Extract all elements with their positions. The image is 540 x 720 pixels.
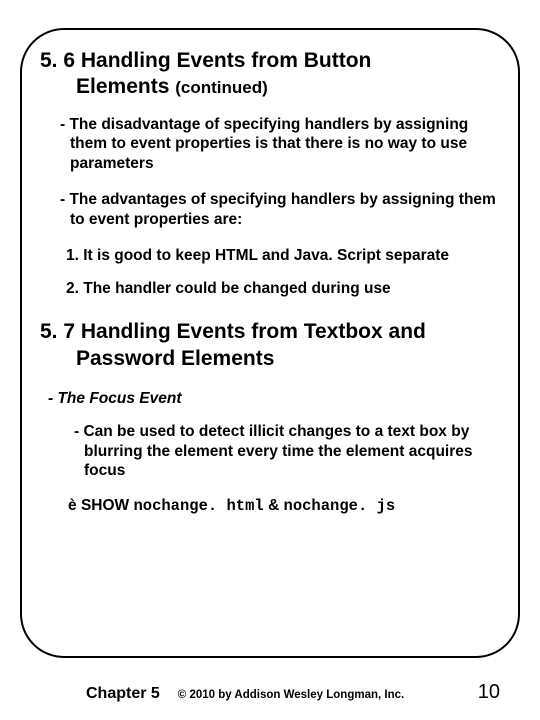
- footer-copyright: © 2010 by Addison Wesley Longman, Inc.: [178, 689, 454, 701]
- code-file-1: nochange. html: [133, 497, 263, 515]
- title-5-6-line1: 5. 6 Handling Events from Button: [40, 49, 371, 72]
- advantage-2: 2. The handler could be changed during u…: [66, 279, 500, 299]
- continued-label: (continued): [175, 78, 268, 97]
- bullet-disadvantage: - The disadvantage of specifying handler…: [48, 115, 500, 174]
- title-5-7-line1: 5. 7 Handling Events from Textbox and: [40, 320, 426, 343]
- focus-event-desc: - Can be used to detect illicit changes …: [62, 422, 500, 481]
- slide-footer: Chapter 5 © 2010 by Addison Wesley Longm…: [0, 681, 540, 704]
- arrow-icon: è: [68, 497, 77, 514]
- show-label: SHOW: [81, 497, 129, 514]
- code-file-2: nochange. js: [284, 497, 396, 515]
- slide-frame: 5. 6 Handling Events from Button Element…: [20, 28, 520, 658]
- footer-page-number: 10: [478, 681, 500, 704]
- focus-event-label: - The Focus Event: [48, 390, 500, 408]
- section-5-7-title: 5. 7 Handling Events from Textbox and Pa…: [40, 319, 500, 372]
- title-5-7-line2: Password Elements: [40, 346, 500, 372]
- show-line: è SHOW nochange. html & nochange. js: [68, 497, 500, 515]
- title-5-6-line2: Elements: [76, 75, 169, 98]
- ampersand: &: [268, 497, 279, 514]
- advantage-1: 1. It is good to keep HTML and Java. Scr…: [66, 246, 500, 266]
- bullet-advantages: - The advantages of specifying handlers …: [48, 190, 500, 230]
- section-5-6-title: 5. 6 Handling Events from Button Element…: [40, 48, 500, 101]
- footer-chapter: Chapter 5: [86, 685, 160, 703]
